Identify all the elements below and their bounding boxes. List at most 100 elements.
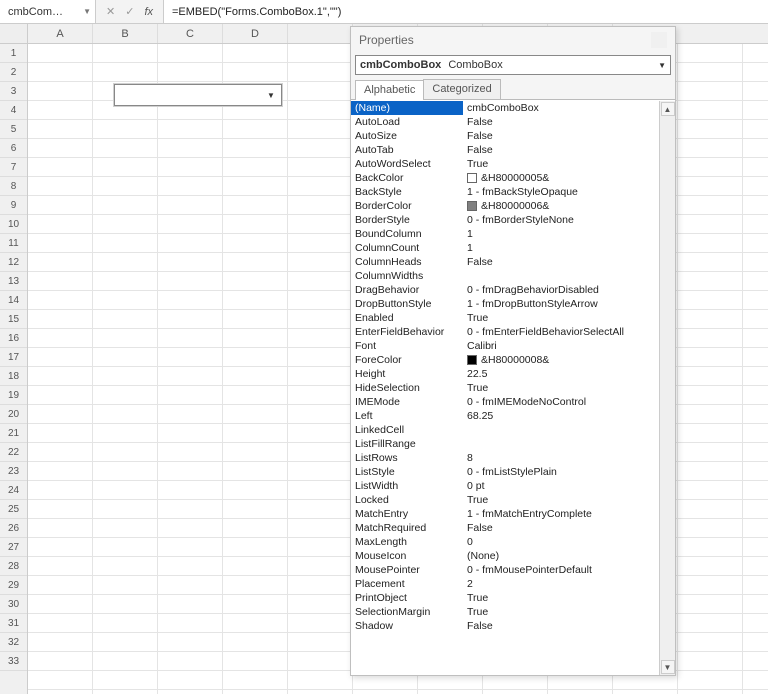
combobox-control[interactable]: ▼ xyxy=(114,84,282,106)
property-row[interactable]: ListRows8 xyxy=(351,451,659,465)
row-header[interactable]: 23 xyxy=(0,462,27,481)
property-row[interactable]: EnabledTrue xyxy=(351,311,659,325)
property-value[interactable]: &H80000008& xyxy=(463,353,659,367)
row-header[interactable]: 13 xyxy=(0,272,27,291)
tab-categorized[interactable]: Categorized xyxy=(423,79,500,99)
tab-alphabetic[interactable]: Alphabetic xyxy=(355,80,424,100)
property-value[interactable]: 0 - fmMousePointerDefault xyxy=(463,563,659,577)
property-row[interactable]: ListStyle0 - fmListStylePlain xyxy=(351,465,659,479)
property-row[interactable]: DragBehavior0 - fmDragBehaviorDisabled xyxy=(351,283,659,297)
row-header[interactable]: 32 xyxy=(0,633,27,652)
property-row[interactable]: Left68.25 xyxy=(351,409,659,423)
property-row[interactable]: ColumnCount1 xyxy=(351,241,659,255)
formula-input[interactable]: =EMBED("Forms.ComboBox.1","") xyxy=(164,0,768,23)
row-header[interactable]: 26 xyxy=(0,519,27,538)
property-value[interactable]: True xyxy=(463,311,659,325)
property-row[interactable]: AutoTabFalse xyxy=(351,143,659,157)
row-header[interactable]: 27 xyxy=(0,538,27,557)
property-value[interactable]: 0 pt xyxy=(463,479,659,493)
property-row[interactable]: BorderColor&H80000006& xyxy=(351,199,659,213)
row-header[interactable]: 18 xyxy=(0,367,27,386)
property-row[interactable]: ShadowFalse xyxy=(351,619,659,633)
property-value[interactable]: False xyxy=(463,143,659,157)
row-header[interactable]: 15 xyxy=(0,310,27,329)
property-value[interactable]: 22.5 xyxy=(463,367,659,381)
property-value[interactable]: 68.25 xyxy=(463,409,659,423)
row-header[interactable]: 19 xyxy=(0,386,27,405)
property-value[interactable]: 0 - fmEnterFieldBehaviorSelectAll xyxy=(463,325,659,339)
column-header[interactable] xyxy=(288,24,353,43)
properties-title-bar[interactable]: Properties xyxy=(351,27,675,53)
row-header[interactable]: 25 xyxy=(0,500,27,519)
property-value[interactable]: False xyxy=(463,619,659,633)
property-row[interactable]: BorderStyle0 - fmBorderStyleNone xyxy=(351,213,659,227)
property-value[interactable]: False xyxy=(463,521,659,535)
property-row[interactable]: LinkedCell xyxy=(351,423,659,437)
property-row[interactable]: AutoWordSelectTrue xyxy=(351,157,659,171)
property-row[interactable]: BoundColumn1 xyxy=(351,227,659,241)
property-value[interactable]: 0 - fmDragBehaviorDisabled xyxy=(463,283,659,297)
scrollbar[interactable]: ▲ ▼ xyxy=(659,101,675,675)
property-value[interactable]: 8 xyxy=(463,451,659,465)
row-header[interactable]: 31 xyxy=(0,614,27,633)
property-value[interactable]: 1 - fmDropButtonStyleArrow xyxy=(463,297,659,311)
property-row[interactable]: AutoLoadFalse xyxy=(351,115,659,129)
property-row[interactable]: MatchRequiredFalse xyxy=(351,521,659,535)
row-header[interactable]: 20 xyxy=(0,405,27,424)
row-header[interactable]: 24 xyxy=(0,481,27,500)
properties-list[interactable]: (Name)cmbComboBoxAutoLoadFalseAutoSizeFa… xyxy=(351,101,659,675)
property-value[interactable]: 0 - fmListStylePlain xyxy=(463,465,659,479)
property-row[interactable]: FontCalibri xyxy=(351,339,659,353)
property-value[interactable]: True xyxy=(463,605,659,619)
row-header[interactable]: 10 xyxy=(0,215,27,234)
row-header[interactable]: 12 xyxy=(0,253,27,272)
select-all-corner[interactable] xyxy=(0,24,28,43)
chevron-down-icon[interactable]: ▼ xyxy=(658,61,666,70)
property-row[interactable]: LockedTrue xyxy=(351,493,659,507)
property-value[interactable] xyxy=(463,269,659,283)
scroll-up-icon[interactable]: ▲ xyxy=(661,102,675,116)
column-header[interactable]: C xyxy=(158,24,223,43)
property-value[interactable]: &H80000006& xyxy=(463,199,659,213)
property-value[interactable]: 1 xyxy=(463,227,659,241)
chevron-down-icon[interactable]: ▼ xyxy=(263,87,279,104)
property-row[interactable]: MouseIcon(None) xyxy=(351,549,659,563)
row-header[interactable]: 29 xyxy=(0,576,27,595)
close-icon[interactable] xyxy=(651,32,667,48)
column-header[interactable]: D xyxy=(223,24,288,43)
property-row[interactable]: ColumnWidths xyxy=(351,269,659,283)
row-header[interactable]: 1 xyxy=(0,44,27,63)
property-row[interactable]: Placement2 xyxy=(351,577,659,591)
name-box[interactable]: cmbCom… ▼ xyxy=(0,0,96,23)
row-header[interactable]: 6 xyxy=(0,139,27,158)
property-row[interactable]: ListWidth0 pt xyxy=(351,479,659,493)
row-header[interactable]: 16 xyxy=(0,329,27,348)
row-header[interactable]: 21 xyxy=(0,424,27,443)
property-value[interactable]: False xyxy=(463,115,659,129)
property-value[interactable]: False xyxy=(463,129,659,143)
row-header[interactable]: 28 xyxy=(0,557,27,576)
row-header[interactable]: 30 xyxy=(0,595,27,614)
property-row[interactable]: EnterFieldBehavior0 - fmEnterFieldBehavi… xyxy=(351,325,659,339)
cancel-icon[interactable]: ✕ xyxy=(106,5,115,18)
property-row[interactable]: BackColor&H80000005& xyxy=(351,171,659,185)
fx-icon[interactable]: fx xyxy=(144,6,153,18)
property-row[interactable]: (Name)cmbComboBox xyxy=(351,101,659,115)
column-header[interactable]: B xyxy=(93,24,158,43)
row-header[interactable]: 8 xyxy=(0,177,27,196)
row-header[interactable]: 2 xyxy=(0,63,27,82)
row-header[interactable]: 33 xyxy=(0,652,27,671)
property-value[interactable]: 1 - fmMatchEntryComplete xyxy=(463,507,659,521)
row-header[interactable]: 14 xyxy=(0,291,27,310)
property-row[interactable]: AutoSizeFalse xyxy=(351,129,659,143)
row-header[interactable]: 3 xyxy=(0,82,27,101)
property-value[interactable]: True xyxy=(463,493,659,507)
row-header[interactable]: 17 xyxy=(0,348,27,367)
property-row[interactable]: Height22.5 xyxy=(351,367,659,381)
property-value[interactable]: &H80000005& xyxy=(463,171,659,185)
property-value[interactable]: 1 - fmBackStyleOpaque xyxy=(463,185,659,199)
property-row[interactable]: MousePointer0 - fmMousePointerDefault xyxy=(351,563,659,577)
property-value[interactable]: (None) xyxy=(463,549,659,563)
property-value[interactable]: 0 - fmIMEModeNoControl xyxy=(463,395,659,409)
property-value[interactable] xyxy=(463,423,659,437)
